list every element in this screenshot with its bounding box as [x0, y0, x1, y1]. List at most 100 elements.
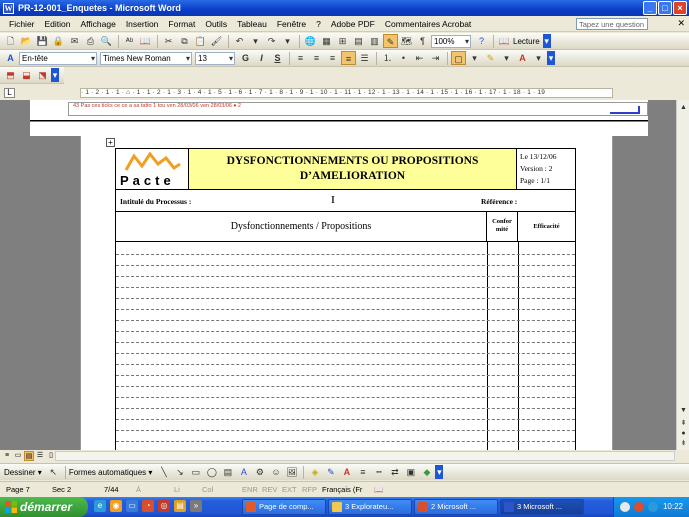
oval-icon[interactable]: ◯: [204, 465, 219, 479]
process-row[interactable]: Intitulé du Processus : I Référence :: [115, 190, 576, 212]
columns-icon[interactable]: ▥: [367, 34, 382, 48]
undo-icon[interactable]: ↶: [232, 34, 247, 48]
tab-selector-icon[interactable]: L: [4, 88, 15, 98]
word-app-icon[interactable]: W: [3, 2, 14, 14]
start-button[interactable]: démarrer: [0, 497, 88, 517]
insert-excel-icon[interactable]: ▤: [351, 34, 366, 48]
status-rfp[interactable]: RFP: [302, 485, 317, 494]
clock[interactable]: 10:22: [663, 497, 683, 517]
status-ext[interactable]: EXT: [282, 485, 297, 494]
copy-icon[interactable]: ⧉: [177, 34, 192, 48]
highlight-icon[interactable]: ✎: [483, 51, 498, 65]
insert-table-icon[interactable]: ⊞: [335, 34, 350, 48]
toolbar-options-icon[interactable]: ▾: [435, 465, 444, 479]
convert-pdf-icon[interactable]: ⬒: [3, 68, 18, 82]
open-icon[interactable]: 📂: [19, 34, 34, 48]
menu-insertion[interactable]: Insertion: [121, 19, 164, 29]
save-icon[interactable]: 💾: [35, 34, 50, 48]
maximize-button[interactable]: □: [658, 1, 672, 15]
reading-icon[interactable]: 📖: [497, 34, 512, 48]
bold-button[interactable]: G: [238, 51, 253, 65]
status-rev[interactable]: REV: [262, 485, 277, 494]
reading-button[interactable]: Lecture: [513, 37, 540, 46]
print-icon[interactable]: ⎙: [83, 34, 98, 48]
autoshapes-button[interactable]: Formes automatiques ▾: [69, 468, 153, 477]
tables-borders-icon[interactable]: ▦: [319, 34, 334, 48]
bullets-icon[interactable]: •: [396, 51, 411, 65]
issues-table[interactable]: Dysfonctionnements / Propositions Confor…: [115, 212, 576, 450]
align-left-icon[interactable]: ≡: [293, 51, 308, 65]
print-preview-icon[interactable]: 🔍: [99, 34, 114, 48]
minimize-button[interactable]: _: [643, 1, 657, 15]
font-select[interactable]: Times New Roman: [100, 51, 192, 65]
close-button[interactable]: ×: [673, 1, 687, 15]
font-color-dropdown-icon[interactable]: ▾: [531, 51, 546, 65]
italic-button[interactable]: I: [254, 51, 269, 65]
undo-dropdown-icon[interactable]: ▾: [248, 34, 263, 48]
outline-view-icon[interactable]: ☰: [35, 451, 45, 461]
tray-volume-icon[interactable]: [648, 502, 658, 512]
task-explorateur[interactable]: 3 Explorateu...: [328, 499, 412, 515]
tray-network-icon[interactable]: [620, 502, 630, 512]
horizontal-scrollbar[interactable]: [55, 451, 675, 461]
show-hide-icon[interactable]: ¶: [415, 34, 430, 48]
menu-format[interactable]: Format: [163, 19, 200, 29]
fill-color-icon[interactable]: ◈: [307, 465, 322, 479]
arrow-icon[interactable]: ↘: [172, 465, 187, 479]
select-objects-icon[interactable]: ↖: [46, 465, 61, 479]
hyperlink-icon[interactable]: 🌐: [303, 34, 318, 48]
print-view-icon[interactable]: ▤: [24, 451, 34, 461]
arrow-style-icon[interactable]: ⇄: [387, 465, 402, 479]
pdf-email-icon[interactable]: ⬓: [19, 68, 34, 82]
align-center-icon[interactable]: ≡: [309, 51, 324, 65]
rectangle-icon[interactable]: ▭: [188, 465, 203, 479]
quicklaunch-firefox-icon[interactable]: ◔: [142, 500, 154, 512]
quicklaunch-media-icon[interactable]: ◉: [110, 500, 122, 512]
menu-help[interactable]: ?: [311, 19, 326, 29]
highlight-dropdown-icon[interactable]: ▾: [499, 51, 514, 65]
shadow-button[interactable]: S: [270, 51, 285, 65]
status-enr[interactable]: ENR: [242, 485, 258, 494]
web-view-icon[interactable]: ▭: [13, 451, 23, 461]
menu-tableau[interactable]: Tableau: [232, 19, 272, 29]
table-move-handle-icon[interactable]: +: [106, 138, 115, 147]
form-title[interactable]: DYSFONCTIONNEMENTS OU PROPOSITIONS D’AME…: [189, 149, 517, 189]
zoom-select[interactable]: 100%: [431, 34, 471, 48]
toolbar-options-icon[interactable]: ▾: [547, 51, 555, 65]
vertical-scrollbar[interactable]: ▲ ▼ ⇞ ● ⇟: [676, 100, 689, 450]
scroll-down-icon[interactable]: ▼: [678, 405, 689, 416]
justify-icon[interactable]: ≡: [341, 51, 356, 65]
menu-commentaires-acrobat[interactable]: Commentaires Acrobat: [380, 19, 476, 29]
align-right-icon[interactable]: ≡: [325, 51, 340, 65]
menu-adobe-pdf[interactable]: Adobe PDF: [326, 19, 380, 29]
next-page-icon[interactable]: ⇟: [678, 438, 689, 449]
task-page-de-comp[interactable]: Page de comp...: [242, 499, 326, 515]
cut-icon[interactable]: ✂: [161, 34, 176, 48]
redo-dropdown-icon[interactable]: ▾: [280, 34, 295, 48]
font-color-icon[interactable]: A: [339, 465, 354, 479]
quicklaunch-browser-icon[interactable]: e: [94, 500, 106, 512]
quicklaunch-folder-icon[interactable]: ▤: [174, 500, 186, 512]
task-microsoft-2[interactable]: 2 Microsoft ...: [414, 499, 498, 515]
clipart-icon[interactable]: ☺: [268, 465, 283, 479]
dash-style-icon[interactable]: ┅: [371, 465, 386, 479]
spelling-status-icon[interactable]: 📖: [374, 485, 383, 494]
drawing-icon[interactable]: ✎: [383, 34, 398, 48]
email-icon[interactable]: ✉: [67, 34, 82, 48]
border-icon[interactable]: ▢: [451, 51, 466, 65]
diagram-icon[interactable]: ⚙: [252, 465, 267, 479]
font-color-icon[interactable]: A: [515, 51, 530, 65]
pdf-review-icon[interactable]: ⬔: [35, 68, 50, 82]
redo-icon[interactable]: ↷: [264, 34, 279, 48]
wordart-icon[interactable]: A: [236, 465, 251, 479]
style-select[interactable]: En-tête: [19, 51, 97, 65]
quicklaunch-more-icon[interactable]: »: [190, 500, 202, 512]
draw-menu-button[interactable]: Dessiner ▾: [4, 468, 42, 477]
menu-affichage[interactable]: Affichage: [76, 19, 121, 29]
increase-indent-icon[interactable]: ⇥: [428, 51, 443, 65]
task-microsoft-3[interactable]: 3 Microsoft ...: [500, 499, 584, 515]
quicklaunch-desktop-icon[interactable]: ▭: [126, 500, 138, 512]
line-spacing-icon[interactable]: ☰: [357, 51, 372, 65]
border-dropdown-icon[interactable]: ▾: [467, 51, 482, 65]
styles-formatting-icon[interactable]: A: [3, 51, 18, 65]
